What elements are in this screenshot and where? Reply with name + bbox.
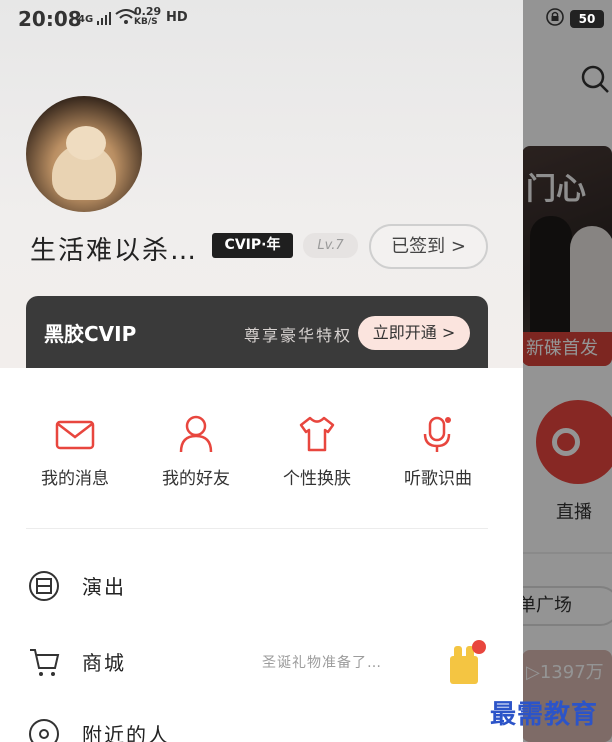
avatar[interactable] bbox=[26, 96, 142, 212]
avatar-cat-head bbox=[66, 126, 106, 160]
status-icons: 4G bbox=[78, 9, 137, 29]
network-type: 4G bbox=[78, 13, 94, 25]
menu-item-label: 演出 bbox=[82, 575, 126, 599]
quick-action-label: 个性换肤 bbox=[283, 469, 351, 489]
mic-icon bbox=[418, 414, 458, 454]
menu-item-shows[interactable]: 演出 bbox=[0, 556, 523, 616]
quick-action-song-recognition[interactable]: 听歌识曲 bbox=[378, 400, 498, 500]
status-time: 20:08 bbox=[18, 7, 82, 31]
menu-item-mall[interactable]: 商城 圣诞礼物准备了… bbox=[0, 632, 523, 692]
level-badge[interactable]: Lv.7 bbox=[303, 233, 358, 258]
gift-icon bbox=[444, 640, 486, 688]
status-bar: 20:08 4G 0.29 KB/S HD 50 bbox=[0, 0, 612, 38]
hd-indicator: HD bbox=[166, 10, 188, 25]
network-speed: 0.29 KB/S bbox=[134, 6, 161, 28]
quick-action-label: 我的好友 bbox=[162, 469, 230, 489]
vip-card[interactable]: 黑胶CVIP 尊享豪华特权 立即开通 > bbox=[26, 296, 488, 368]
battery-indicator: 50 bbox=[570, 10, 604, 28]
vip-card-subtitle: 尊享豪华特权 bbox=[244, 326, 353, 345]
signal-icon bbox=[97, 10, 112, 29]
ticket-icon bbox=[28, 570, 60, 602]
speed-unit: KB/S bbox=[134, 17, 158, 27]
status-right: 50 bbox=[546, 8, 604, 30]
vip-card-title: 黑胶CVIP bbox=[44, 322, 137, 346]
watermark: 最需教育 bbox=[490, 700, 599, 730]
quick-action-messages[interactable]: 我的消息 bbox=[15, 400, 135, 500]
tshirt-icon bbox=[297, 414, 337, 454]
vip-badge[interactable]: CVIP·年 bbox=[212, 233, 293, 258]
vip-open-button[interactable]: 立即开通 > bbox=[358, 316, 470, 350]
quick-action-friends[interactable]: 我的好友 bbox=[136, 400, 256, 500]
person-icon bbox=[176, 414, 216, 454]
speed-value: 0.29 bbox=[134, 5, 162, 18]
cart-icon bbox=[28, 646, 60, 678]
menu-item-nearby[interactable]: 附近的人 bbox=[0, 704, 523, 742]
quick-action-skin[interactable]: 个性换肤 bbox=[257, 400, 377, 500]
menu-item-label: 附近的人 bbox=[82, 723, 170, 742]
quick-actions: 我的消息 我的好友 个性换肤 听歌识曲 bbox=[0, 400, 523, 500]
location-icon bbox=[28, 718, 60, 742]
quick-action-label: 听歌识曲 bbox=[404, 469, 472, 489]
side-drawer: 生活难以杀… CVIP·年 Lv.7 已签到 > 黑胶CVIP 尊享豪华特权 立… bbox=[0, 0, 523, 742]
notification-dot bbox=[472, 640, 486, 654]
divider bbox=[26, 528, 488, 529]
quick-action-label: 我的消息 bbox=[41, 469, 109, 489]
mail-icon bbox=[55, 414, 95, 454]
username[interactable]: 生活难以杀… bbox=[30, 230, 198, 267]
menu-item-label: 商城 bbox=[82, 651, 126, 675]
lock-icon bbox=[546, 8, 564, 30]
menu-item-hint: 圣诞礼物准备了… bbox=[262, 655, 382, 671]
signin-button[interactable]: 已签到 > bbox=[369, 224, 488, 269]
